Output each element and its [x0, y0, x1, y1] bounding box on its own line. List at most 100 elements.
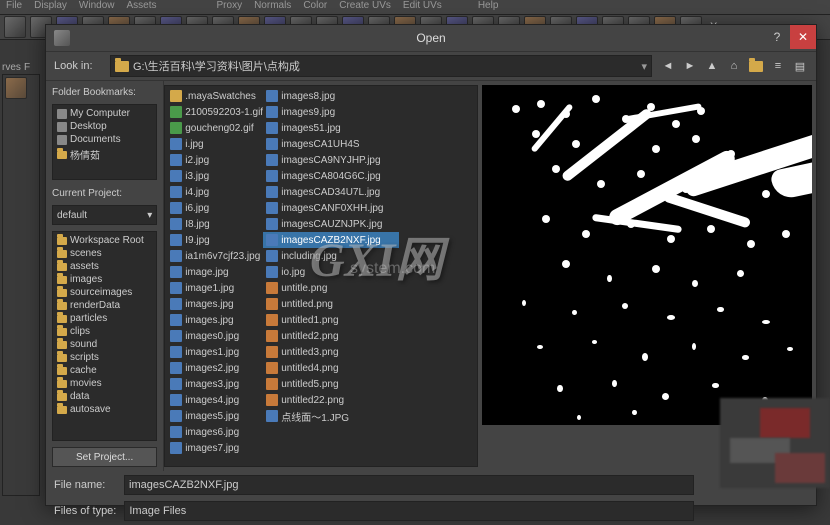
file-item[interactable]: i.jpg	[167, 136, 263, 152]
file-item[interactable]: imagesCA9NYJHP.jpg	[263, 152, 399, 168]
file-item[interactable]: images0.jpg	[167, 328, 263, 344]
project-folder[interactable]: sound	[55, 338, 154, 351]
filetype-combo[interactable]	[124, 501, 694, 521]
file-item[interactable]: untitle.png	[263, 280, 399, 296]
file-item[interactable]: imagesCAZB2NXF.jpg	[263, 232, 399, 248]
project-folder[interactable]: movies	[55, 377, 154, 390]
home-icon[interactable]: ⌂	[726, 58, 742, 74]
project-folder[interactable]: clips	[55, 325, 154, 338]
menu-item[interactable]: File	[6, 0, 22, 14]
bookmark-item[interactable]: Desktop	[55, 120, 154, 133]
file-item[interactable]: io.jpg	[263, 264, 399, 280]
file-item[interactable]: i6.jpg	[167, 200, 263, 216]
file-item[interactable]: image1.jpg	[167, 280, 263, 296]
file-item[interactable]: including.jpg	[263, 248, 399, 264]
file-item[interactable]: untitled3.png	[263, 344, 399, 360]
project-combo[interactable]: default▾	[52, 205, 157, 225]
file-item[interactable]: images8.jpg	[263, 88, 359, 104]
path-combo[interactable]: G:\生活百科\学习资料\图片\点构成 ▾	[110, 55, 652, 77]
file-item[interactable]: 2100592203-1.gif	[167, 104, 263, 120]
file-item[interactable]: images.jpg	[167, 296, 263, 312]
file-item[interactable]: imagesCA804G6C.jpg	[263, 168, 399, 184]
file-list[interactable]: .mayaSwatches2100592203-1.gifgoucheng02.…	[164, 85, 478, 467]
menu-item[interactable]: Proxy	[217, 0, 243, 14]
project-folder[interactable]: images	[55, 273, 154, 286]
lookin-label: Look in:	[54, 60, 102, 72]
file-item[interactable]: imagesCA1UH4SU.jpg	[263, 136, 359, 152]
project-folder[interactable]: scenes	[55, 247, 154, 260]
menu-item[interactable]: Assets	[127, 0, 157, 14]
up-icon[interactable]: ▲	[704, 58, 720, 74]
bookmark-item[interactable]: Documents	[55, 133, 154, 146]
menu-item[interactable]: Edit UVs	[403, 0, 442, 14]
file-item[interactable]: images51.jpg	[263, 120, 359, 136]
folder-icon[interactable]	[748, 58, 764, 74]
project-folder[interactable]: particles	[55, 312, 154, 325]
menu-item[interactable]: Display	[34, 0, 67, 14]
bookmark-item[interactable]: My Computer	[55, 107, 154, 120]
detail-view-icon[interactable]: ▤	[792, 58, 808, 74]
file-item[interactable]: untitled22.png	[263, 392, 399, 408]
project-folder[interactable]: autosave	[55, 403, 154, 416]
file-item[interactable]: untitled1.png	[263, 312, 399, 328]
file-item[interactable]: i4.jpg	[167, 184, 263, 200]
folder-icon	[170, 90, 182, 102]
shelf-icon[interactable]	[5, 77, 27, 99]
file-item[interactable]: images2.jpg	[167, 360, 263, 376]
set-project-button[interactable]: Set Project...	[52, 447, 157, 467]
menu-bar[interactable]: File Display Window Assets Proxy Normals Color…	[0, 0, 830, 14]
file-item[interactable]: i3.jpg	[167, 168, 263, 184]
side-tab[interactable]: F	[22, 60, 32, 75]
file-item[interactable]: image.jpg	[167, 264, 263, 280]
file-item[interactable]: i2.jpg	[167, 152, 263, 168]
fwd-icon[interactable]: ►	[682, 58, 698, 74]
file-item[interactable]: ia1m6v7cjf23.jpg	[167, 248, 263, 264]
back-icon[interactable]: ◄	[660, 58, 676, 74]
file-item[interactable]: untitled.png	[263, 296, 399, 312]
side-tab[interactable]: rves	[0, 60, 23, 75]
file-item[interactable]: 点线面～1.JPG	[263, 408, 399, 424]
file-item[interactable]: untitled5.png	[263, 376, 399, 392]
menu-item[interactable]: Window	[79, 0, 115, 14]
file-item[interactable]: imagesCAD34U7L.jpg	[263, 184, 399, 200]
project-list[interactable]: Workspace Rootscenesassetsimagessourceim…	[52, 231, 157, 441]
project-folder[interactable]: cache	[55, 364, 154, 377]
jpg-icon	[170, 314, 182, 326]
bookmark-list[interactable]: My ComputerDesktopDocuments杨倩茹	[52, 104, 157, 180]
project-folder[interactable]: data	[55, 390, 154, 403]
file-item[interactable]: untitled2.png	[263, 328, 399, 344]
project-folder[interactable]: scripts	[55, 351, 154, 364]
tool-icon[interactable]	[4, 16, 26, 38]
file-item[interactable]: untitled4.png	[263, 360, 399, 376]
titlebar[interactable]: Open ? ✕	[46, 25, 816, 52]
project-folder[interactable]: Workspace Root	[55, 234, 154, 247]
jpg-icon	[170, 234, 182, 246]
file-item[interactable]: images3.jpg	[167, 376, 263, 392]
project-folder[interactable]: assets	[55, 260, 154, 273]
menu-item[interactable]: Color	[303, 0, 327, 14]
file-item[interactable]: images4.jpg	[167, 392, 263, 408]
list-view-icon[interactable]: ≡	[770, 58, 786, 74]
project-folder[interactable]: sourceimages	[55, 286, 154, 299]
menu-item[interactable]: Normals	[254, 0, 291, 14]
file-item[interactable]: images6.jpg	[167, 424, 263, 440]
file-item[interactable]: I8.jpg	[167, 216, 263, 232]
file-item[interactable]: goucheng02.gif	[167, 120, 263, 136]
file-item[interactable]: .mayaSwatches	[167, 88, 263, 104]
shelf-panel	[2, 74, 40, 496]
file-item[interactable]: images7.jpg	[167, 440, 263, 456]
bookmark-item[interactable]: 杨倩茹	[55, 146, 154, 163]
file-item[interactable]: images.jpg	[167, 312, 263, 328]
menu-item[interactable]: Help	[478, 0, 499, 14]
project-folder[interactable]: renderData	[55, 299, 154, 312]
close-button[interactable]: ✕	[790, 25, 816, 49]
file-item[interactable]: I9.jpg	[167, 232, 263, 248]
menu-item[interactable]: Create UVs	[339, 0, 391, 14]
file-item[interactable]: imagesCAUZNJPK.jpg	[263, 216, 399, 232]
help-button[interactable]: ?	[764, 25, 790, 49]
file-item[interactable]: images1.jpg	[167, 344, 263, 360]
file-item[interactable]: images9.jpg	[263, 104, 359, 120]
file-item[interactable]: images5.jpg	[167, 408, 263, 424]
filename-input[interactable]	[124, 475, 694, 495]
file-item[interactable]: imagesCANF0XHH.jpg	[263, 200, 399, 216]
